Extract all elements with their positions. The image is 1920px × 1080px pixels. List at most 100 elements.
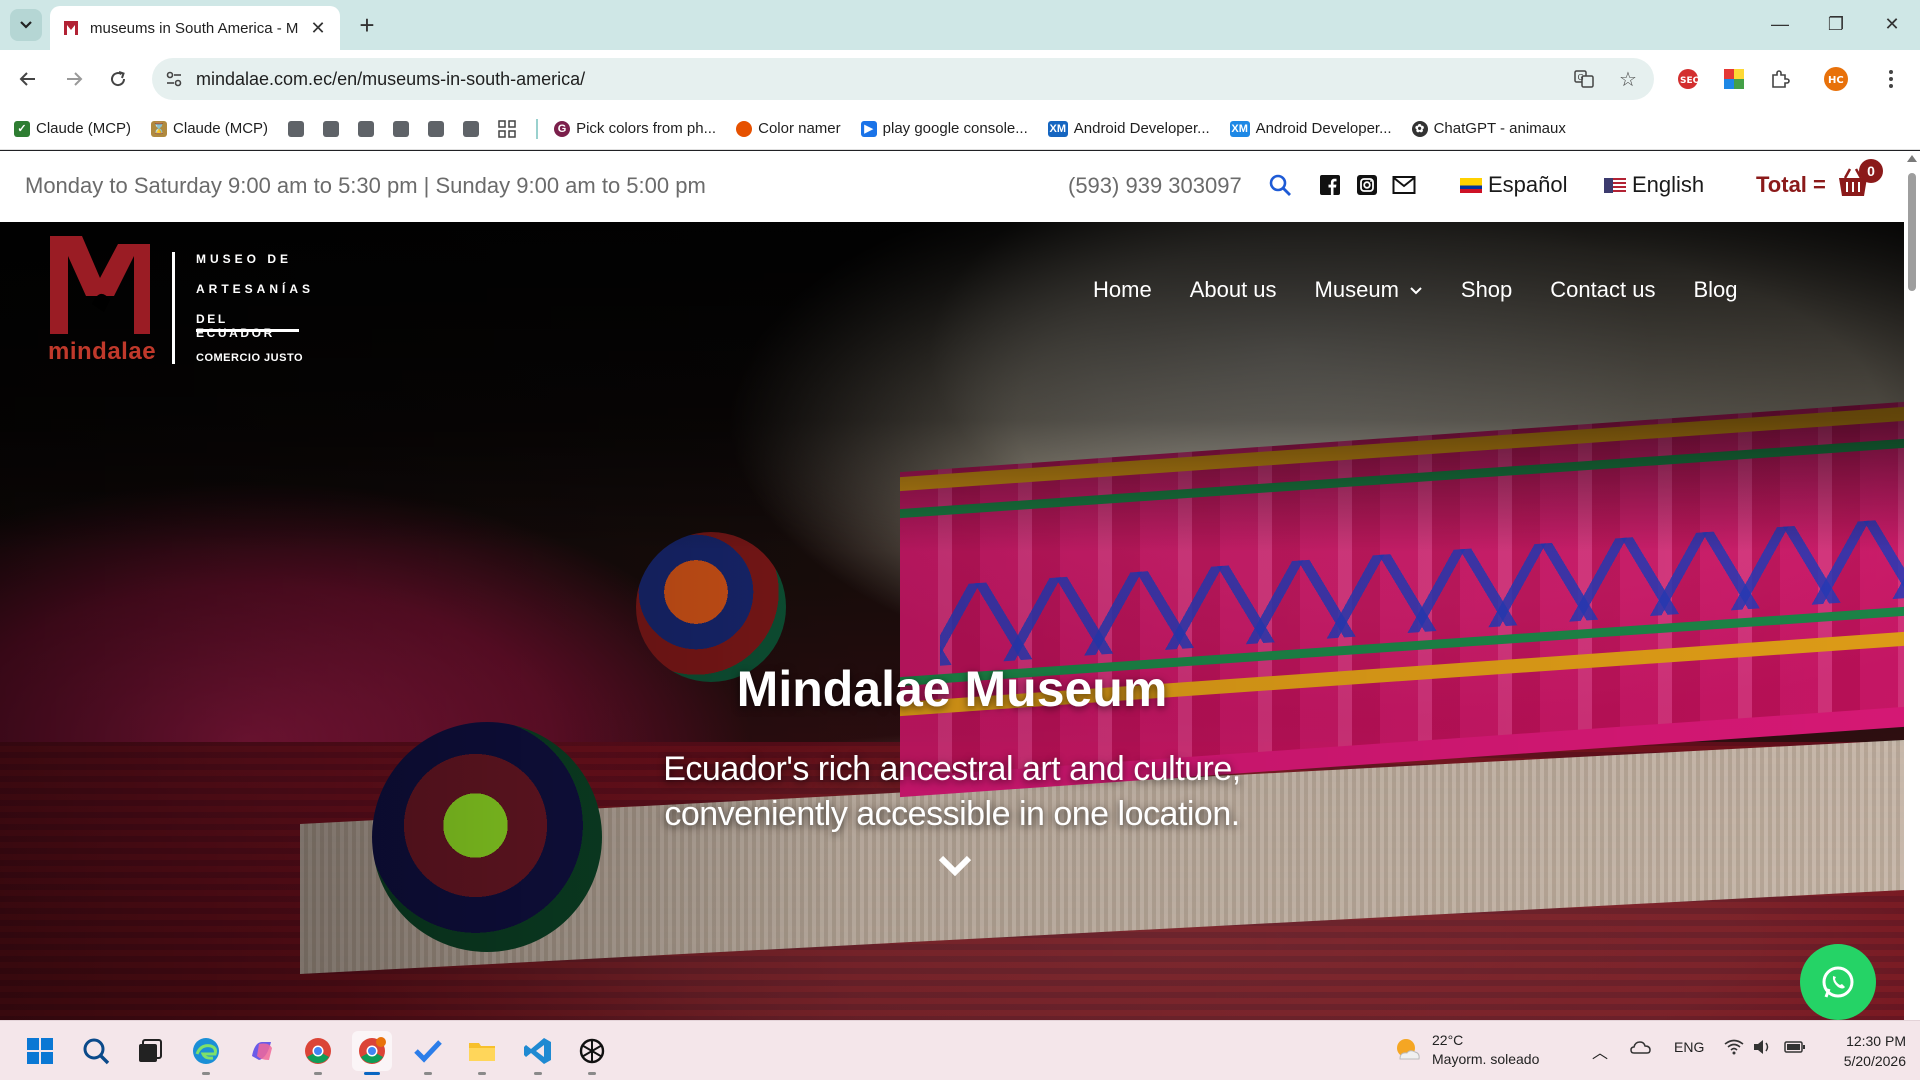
running-indicator: [588, 1072, 596, 1075]
bookmark-android-developer-1[interactable]: XM Android Developer...: [1047, 120, 1210, 137]
chrome-menu-icon[interactable]: [1877, 65, 1905, 93]
check-icon: ✓: [14, 120, 30, 137]
bookmark-claude-mcp-1[interactable]: ✓ Claude (MCP): [14, 120, 131, 137]
translate-icon[interactable]: G: [1572, 67, 1596, 91]
arrow-left-icon: [19, 72, 35, 86]
weather-widget[interactable]: 22°C Mayorm. soleado: [1392, 1031, 1539, 1069]
menu-item-home[interactable]: Home: [1093, 277, 1152, 303]
clock-time: 12:30 PM: [1846, 1033, 1906, 1049]
menu-item-museum[interactable]: Museum: [1315, 277, 1423, 303]
tab-close-icon[interactable]: ✕: [308, 18, 328, 38]
wifi-icon[interactable]: [1724, 1039, 1744, 1058]
address-bar[interactable]: mindalae.com.ec/en/museums-in-south-amer…: [152, 58, 1654, 100]
chrome-icon: [305, 1038, 331, 1064]
email-icon[interactable]: [1390, 171, 1418, 199]
tray-overflow-chevron-icon[interactable]: ︿: [1592, 1039, 1608, 1063]
taskbar-file-explorer[interactable]: [462, 1031, 502, 1075]
whatsapp-button[interactable]: [1800, 944, 1876, 1020]
site-info-icon[interactable]: [162, 67, 186, 91]
taskbar-chatgpt[interactable]: [572, 1031, 612, 1075]
reload-button[interactable]: [102, 63, 134, 95]
bookmark-color-namer[interactable]: Color namer: [736, 120, 841, 137]
search-icon[interactable]: [1266, 171, 1294, 199]
logo-underline: [196, 329, 299, 332]
bookmark-folder-icon[interactable]: [393, 120, 410, 137]
back-button[interactable]: [12, 63, 44, 95]
openai-icon: ✿: [1411, 120, 1428, 137]
minimize-button[interactable]: —: [1752, 0, 1808, 48]
svg-text:SEO: SEO: [1680, 76, 1699, 86]
bookmark-star-icon[interactable]: ☆: [1616, 67, 1640, 91]
taskbar-chrome-2[interactable]: [352, 1031, 392, 1075]
whatsapp-icon: [1822, 966, 1854, 998]
grid-icon: [498, 119, 516, 138]
start-button[interactable]: [20, 1031, 60, 1071]
lang-english-link[interactable]: English: [1604, 172, 1704, 198]
profile-avatar[interactable]: HC: [1822, 65, 1850, 93]
bookmark-chatgpt[interactable]: ✿ ChatGPT - animaux: [1411, 120, 1566, 137]
color-extension-icon[interactable]: [1720, 65, 1748, 93]
menu-item-blog[interactable]: Blog: [1693, 277, 1737, 303]
apps-grid-button[interactable]: [498, 119, 516, 138]
opening-hours: Monday to Saturday 9:00 am to 5:30 pm | …: [25, 173, 706, 198]
search-icon: [83, 1038, 110, 1065]
hero-banner: mindalae MUSEO DE ARTESANÍAS DEL ECUADOR…: [0, 222, 1904, 1020]
taskbar-edge[interactable]: [186, 1031, 226, 1075]
bookmark-android-developer-2[interactable]: XM Android Developer...: [1229, 120, 1392, 137]
bookmark-folder-icon[interactable]: [323, 120, 340, 137]
running-indicator: [202, 1072, 210, 1075]
logo-line-2: ARTESANÍAS: [196, 282, 315, 296]
web-page: Monday to Saturday 9:00 am to 5:30 pm | …: [0, 151, 1904, 1020]
taskbar-todo[interactable]: [408, 1031, 448, 1075]
menu-item-shop[interactable]: Shop: [1461, 277, 1512, 303]
scroll-up-arrow-icon[interactable]: [1907, 155, 1917, 162]
svg-text:HC: HC: [1828, 75, 1844, 86]
onedrive-cloud-icon[interactable]: [1630, 1039, 1652, 1058]
browser-tab[interactable]: museums in South America - M ✕: [50, 6, 340, 50]
system-clock[interactable]: 12:30 PM 5/20/2026: [1826, 1031, 1906, 1071]
restore-button[interactable]: ❐: [1808, 0, 1864, 48]
task-view-button[interactable]: [130, 1031, 170, 1071]
menu-item-about-us[interactable]: About us: [1190, 277, 1277, 303]
running-indicator: [478, 1072, 486, 1075]
chevron-down-icon: [1410, 287, 1422, 295]
seo-extension-icon[interactable]: SEO: [1674, 65, 1702, 93]
lang-spanish-link[interactable]: Español: [1460, 172, 1568, 198]
menu-item-contact-us[interactable]: Contact us: [1550, 277, 1655, 303]
taskbar-copilot[interactable]: [242, 1031, 282, 1071]
openai-icon: [579, 1038, 605, 1064]
bookmark-folder-icon[interactable]: [288, 120, 305, 137]
weather-condition: Mayorm. soleado: [1432, 1051, 1540, 1067]
bookmark-folder-icon[interactable]: [358, 120, 375, 137]
bookmark-pick-colors[interactable]: G Pick colors from ph...: [554, 120, 716, 137]
input-language-indicator[interactable]: ENG: [1674, 1039, 1704, 1055]
cart-total-label[interactable]: Total =: [1756, 172, 1826, 198]
bookmark-label: Pick colors from ph...: [576, 120, 717, 137]
bookmark-label: play google console...: [882, 120, 1028, 137]
taskbar-vscode[interactable]: [518, 1031, 558, 1075]
scrollbar-thumb[interactable]: [1908, 173, 1916, 291]
forward-button[interactable]: [58, 63, 90, 95]
scroll-down-chevron-icon[interactable]: [937, 852, 973, 880]
logo-tagline: COMERCIO JUSTO: [196, 352, 304, 364]
close-window-button[interactable]: ✕: [1864, 0, 1920, 48]
facebook-icon[interactable]: [1316, 171, 1344, 199]
phone-number[interactable]: (593) 939 303097: [1068, 173, 1242, 199]
main-menu: Home About us Museum Shop Contact us Blo…: [1093, 277, 1738, 303]
taskbar-chrome-1[interactable]: [298, 1031, 338, 1075]
bookmark-folder-icon[interactable]: [463, 120, 480, 137]
battery-icon[interactable]: [1784, 1039, 1806, 1058]
instagram-icon[interactable]: [1353, 171, 1381, 199]
bookmark-play-console[interactable]: ▶ play google console...: [860, 120, 1028, 137]
bookmark-folder-icon[interactable]: [428, 120, 445, 137]
edge-icon: [193, 1038, 219, 1064]
cart-count-badge: 0: [1859, 159, 1883, 183]
site-logo[interactable]: mindalae MUSEO DE ARTESANÍAS DEL ECUADOR…: [48, 234, 310, 365]
page-scrollbar[interactable]: [1904, 151, 1920, 1020]
extensions-puzzle-icon[interactable]: [1766, 65, 1794, 93]
tab-search-button[interactable]: [10, 9, 42, 41]
volume-icon[interactable]: [1752, 1039, 1772, 1058]
new-tab-button[interactable]: +: [352, 10, 382, 40]
taskbar-search-button[interactable]: [76, 1031, 116, 1071]
bookmark-claude-mcp-2[interactable]: ⌛ Claude (MCP): [151, 120, 268, 137]
